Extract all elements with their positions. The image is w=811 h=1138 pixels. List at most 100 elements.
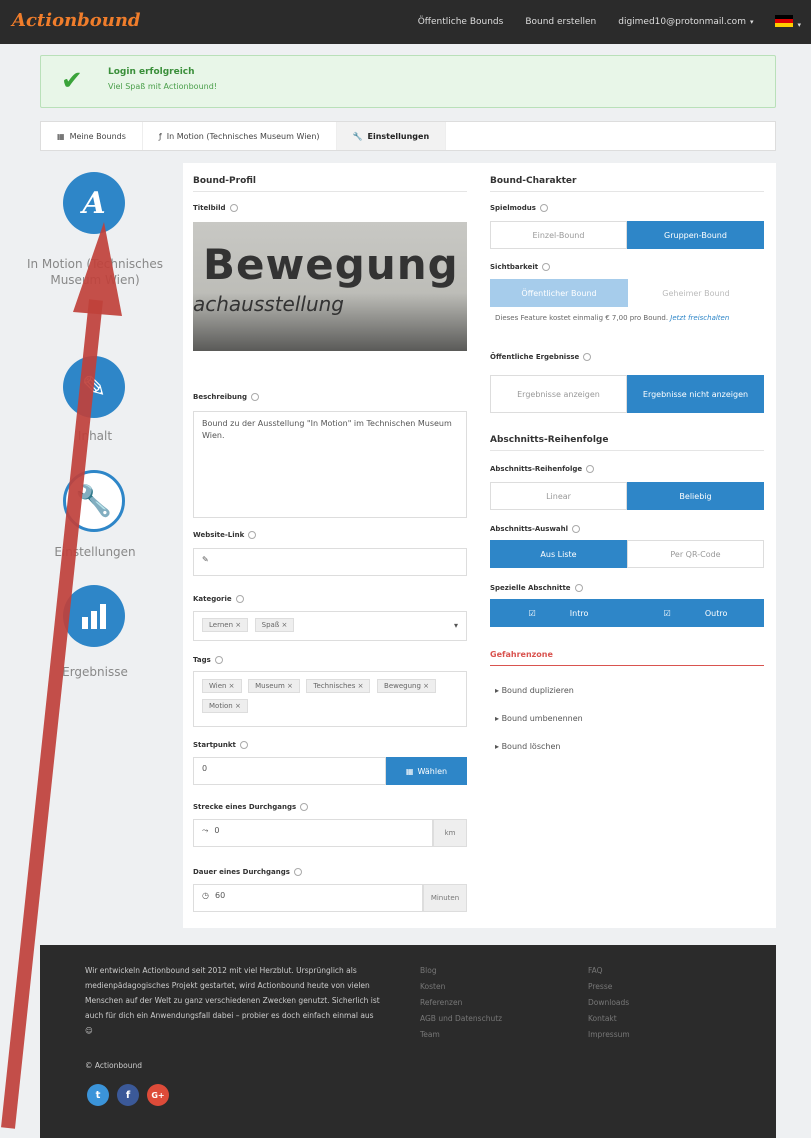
special-sections-toggle: ☑ Intro ☑ Outro bbox=[490, 599, 764, 627]
breadcrumb-label: Einstellungen bbox=[367, 131, 430, 141]
tags-input[interactable]: Wien × Museum × Technisches × Bewegung ×… bbox=[193, 671, 467, 727]
help-icon[interactable] bbox=[539, 204, 548, 212]
footer-link[interactable]: Team bbox=[420, 1027, 502, 1043]
distance-unit: km bbox=[433, 819, 467, 847]
tag-chip[interactable]: Technisches × bbox=[306, 679, 371, 693]
footer-links-2: FAQ Presse Downloads Kontakt Impressum bbox=[588, 963, 630, 1043]
language-menu[interactable]: ▾ bbox=[775, 14, 801, 30]
help-icon[interactable] bbox=[250, 393, 259, 401]
user-menu[interactable]: digimed10@protonmail.com ▾ bbox=[618, 17, 753, 27]
sidebar-item-content[interactable]: Inhalt bbox=[20, 428, 170, 444]
map-icon: ▦ bbox=[405, 766, 414, 776]
results-toggle: Ergebnisse anzeigen Ergebnisse nicht anz… bbox=[490, 375, 764, 413]
footer-link[interactable]: Presse bbox=[588, 979, 630, 995]
description-textarea[interactable]: Bound zu der Ausstellung "In Motion" im … bbox=[193, 411, 467, 518]
wrench-icon[interactable]: 🔧 bbox=[63, 470, 125, 532]
grid-icon: ▦ bbox=[57, 131, 65, 141]
twitter-icon[interactable]: t bbox=[87, 1084, 109, 1106]
footer-link[interactable]: Blog bbox=[420, 963, 502, 979]
website-input[interactable]: ✎ bbox=[193, 548, 467, 576]
category-tag[interactable]: Spaß × bbox=[254, 618, 295, 632]
nav-public-bounds[interactable]: Öffentliche Bounds bbox=[418, 17, 504, 27]
googleplus-icon[interactable]: G+ bbox=[147, 1084, 169, 1106]
footer-link[interactable]: Kosten bbox=[420, 979, 502, 995]
nav-create-bound[interactable]: Bound erstellen bbox=[525, 17, 596, 27]
help-icon[interactable] bbox=[229, 204, 238, 212]
choose-start-button[interactable]: ▦ Wählen bbox=[386, 757, 467, 785]
help-icon[interactable] bbox=[542, 263, 551, 271]
title-image[interactable]: Bewegung achausstellung bbox=[193, 222, 467, 351]
delete-bound-link[interactable]: ▸ Bound löschen bbox=[495, 742, 560, 751]
order-label: Abschnitts-Reihenfolge bbox=[490, 465, 595, 473]
label-text: Dauer eines Durchgangs bbox=[193, 868, 290, 876]
label-text: Spielmodus bbox=[490, 204, 536, 212]
wrench-icon: 🔧 bbox=[352, 131, 363, 141]
public-results-label: Öffentliche Ergebnisse bbox=[490, 353, 592, 361]
tag-chip[interactable]: Bewegung × bbox=[377, 679, 437, 693]
selection-qr-button[interactable]: Per QR-Code bbox=[627, 540, 764, 568]
help-icon[interactable] bbox=[583, 353, 592, 361]
profile-heading: Bound-Profil bbox=[193, 176, 467, 192]
help-icon[interactable] bbox=[239, 741, 248, 749]
selection-list-button[interactable]: Aus Liste bbox=[490, 540, 627, 568]
duplicate-bound-link[interactable]: ▸ Bound duplizieren bbox=[495, 686, 574, 695]
help-icon[interactable] bbox=[300, 803, 309, 811]
actionbound-logo[interactable]: Actionbound bbox=[12, 10, 141, 31]
visibility-label: Sichtbarkeit bbox=[490, 263, 551, 271]
footer-link[interactable]: Downloads bbox=[588, 995, 630, 1011]
help-icon[interactable] bbox=[574, 584, 583, 592]
visibility-secret-button[interactable]: Geheimer Bound bbox=[628, 279, 764, 307]
outro-toggle[interactable]: ☑ Outro bbox=[627, 599, 764, 627]
image-text-sub: achausstellung bbox=[193, 292, 345, 316]
footer-link[interactable]: AGB und Datenschutz bbox=[420, 1011, 502, 1027]
results-hide-button[interactable]: Ergebnisse nicht anzeigen bbox=[627, 375, 764, 413]
alert-text: Viel Spaß mit Actionbound! bbox=[108, 82, 217, 91]
button-label: Wählen bbox=[417, 766, 448, 776]
sidebar-item-settings[interactable]: Einstellungen bbox=[20, 544, 170, 560]
start-input[interactable]: 0 bbox=[193, 757, 386, 785]
help-icon[interactable] bbox=[586, 465, 595, 473]
order-any-button[interactable]: Beliebig bbox=[627, 482, 764, 510]
results-show-button[interactable]: Ergebnisse anzeigen bbox=[490, 375, 627, 413]
bar-chart-icon[interactable] bbox=[63, 585, 125, 647]
order-linear-button[interactable]: Linear bbox=[490, 482, 627, 510]
help-icon[interactable] bbox=[572, 525, 581, 533]
category-select[interactable]: Lernen × Spaß × ▾ bbox=[193, 611, 467, 641]
breadcrumb-my-bounds[interactable]: ▦ Meine Bounds bbox=[41, 122, 143, 150]
help-icon[interactable] bbox=[248, 531, 257, 539]
help-icon[interactable] bbox=[293, 868, 302, 876]
label-text: Abschnitts-Auswahl bbox=[490, 525, 569, 533]
footer-link[interactable]: Referenzen bbox=[420, 995, 502, 1011]
duration-input[interactable]: ◷ 60 bbox=[193, 884, 423, 912]
unlock-link[interactable]: Jetzt freischalten bbox=[670, 314, 729, 322]
footer-link[interactable]: Impressum bbox=[588, 1027, 630, 1043]
mode-single-button[interactable]: Einzel-Bound bbox=[490, 221, 627, 249]
distance-label: Strecke eines Durchgangs bbox=[193, 803, 309, 811]
image-text-main: Bewegung bbox=[203, 240, 459, 289]
visibility-toggle: Öffentlicher Bound Geheimer Bound bbox=[490, 279, 764, 307]
actionbound-a-icon[interactable]: A bbox=[63, 172, 125, 234]
feather-icon[interactable]: ✎ bbox=[63, 356, 125, 418]
bar-chart-glyph bbox=[82, 604, 106, 629]
help-icon[interactable] bbox=[235, 595, 244, 603]
chevron-down-icon: ▾ bbox=[797, 20, 801, 29]
breadcrumb: ▦ Meine Bounds ƒ In Motion (Technisches Mu… bbox=[40, 121, 776, 151]
mode-group-button[interactable]: Gruppen-Bound bbox=[627, 221, 764, 249]
category-tag[interactable]: Lernen × bbox=[202, 618, 249, 632]
footer-link[interactable]: Kontakt bbox=[588, 1011, 630, 1027]
facebook-icon[interactable]: f bbox=[117, 1084, 139, 1106]
breadcrumb-bound[interactable]: ƒ In Motion (Technisches Museum Wien) bbox=[143, 122, 337, 150]
sidebar-item-bound[interactable]: In Motion (Technisches Museum Wien) bbox=[20, 256, 170, 288]
start-label: Startpunkt bbox=[193, 741, 248, 749]
visibility-public-button[interactable]: Öffentlicher Bound bbox=[490, 279, 628, 307]
rename-bound-link[interactable]: ▸ Bound umbenennen bbox=[495, 714, 583, 723]
distance-input[interactable]: ⤳ 0 bbox=[193, 819, 433, 847]
footer-link[interactable]: FAQ bbox=[588, 963, 630, 979]
sidebar-item-results[interactable]: Ergebnisse bbox=[20, 664, 170, 680]
tag-chip[interactable]: Museum × bbox=[248, 679, 300, 693]
tag-chip[interactable]: Motion × bbox=[202, 699, 248, 713]
intro-toggle[interactable]: ☑ Intro bbox=[490, 599, 627, 627]
help-icon[interactable] bbox=[214, 656, 223, 664]
pencil-icon: ✎ bbox=[202, 555, 209, 564]
tag-chip[interactable]: Wien × bbox=[202, 679, 242, 693]
